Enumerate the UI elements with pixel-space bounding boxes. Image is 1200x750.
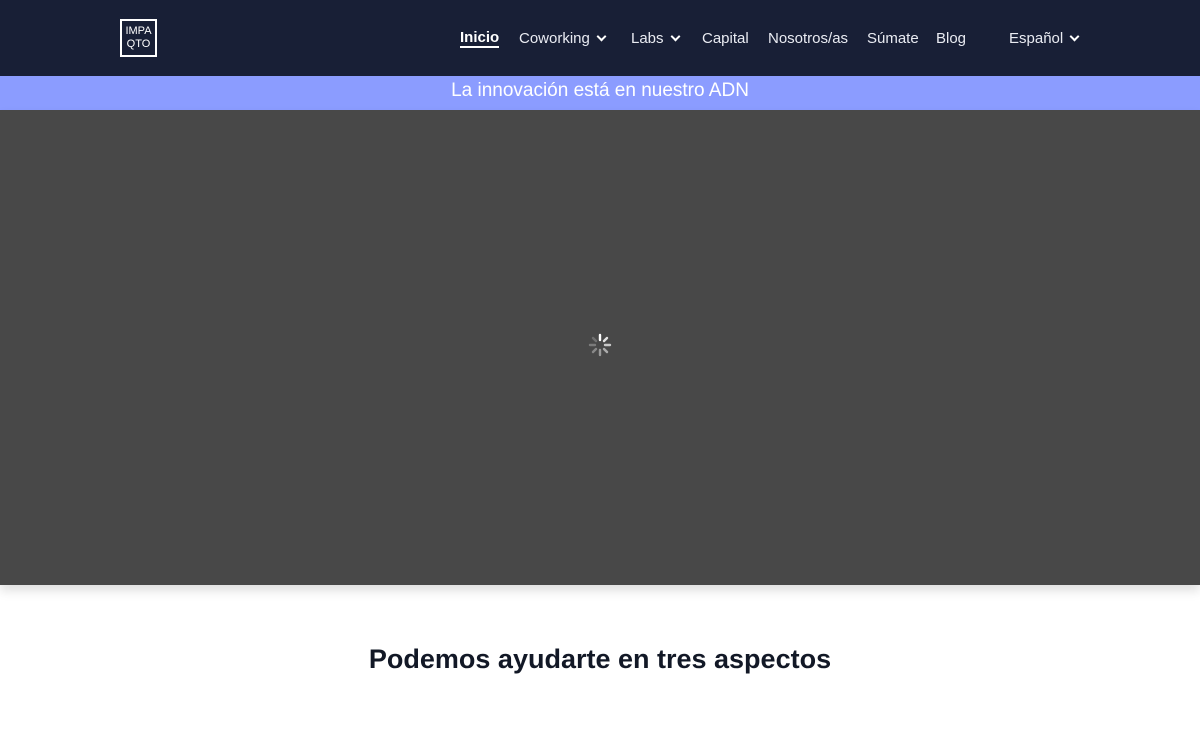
spinner-icon xyxy=(588,333,612,357)
banner-text: La innovación está en nuestro ADN xyxy=(451,80,749,101)
site-header: IMPA QTO Inicio Coworking Labs Capital N… xyxy=(0,0,1200,76)
nav-item-label: Capital xyxy=(702,29,749,47)
nav-item-inicio[interactable]: Inicio xyxy=(460,28,500,48)
chevron-down-icon xyxy=(1069,31,1080,41)
impaqto-logo[interactable]: IMPA QTO xyxy=(120,19,157,57)
nav-item-sumate[interactable]: Súmate xyxy=(867,28,919,48)
hero-video-area[interactable] xyxy=(0,110,1200,585)
nav-item-coworking[interactable]: Coworking xyxy=(519,28,607,48)
nav-item-label: Nosotros/as xyxy=(768,29,849,47)
language-label: Español xyxy=(1009,29,1064,47)
chevron-down-icon xyxy=(596,31,607,41)
nav-item-label: Blog xyxy=(936,29,967,47)
logo-line-1: IMPA xyxy=(125,25,152,37)
nav-item-nosotros[interactable]: Nosotros/as xyxy=(768,28,848,48)
nav-item-labs[interactable]: Labs xyxy=(631,28,680,48)
nav-item-blog[interactable]: Blog xyxy=(936,28,966,48)
announcement-banner: La innovación está en nuestro ADN xyxy=(0,76,1200,110)
section-title: Podemos ayudarte en tres aspectos xyxy=(368,644,832,675)
nav-item-label: Súmate xyxy=(867,29,919,47)
nav-item-label: Inicio xyxy=(460,28,500,48)
nav-item-label: Coworking xyxy=(519,29,590,47)
chevron-down-icon xyxy=(670,31,680,41)
logo-line-2: QTO xyxy=(126,38,151,50)
nav-item-capital[interactable]: Capital xyxy=(702,28,749,48)
nav-item-label: Labs xyxy=(631,29,664,47)
language-selector[interactable]: Español xyxy=(1009,28,1080,48)
